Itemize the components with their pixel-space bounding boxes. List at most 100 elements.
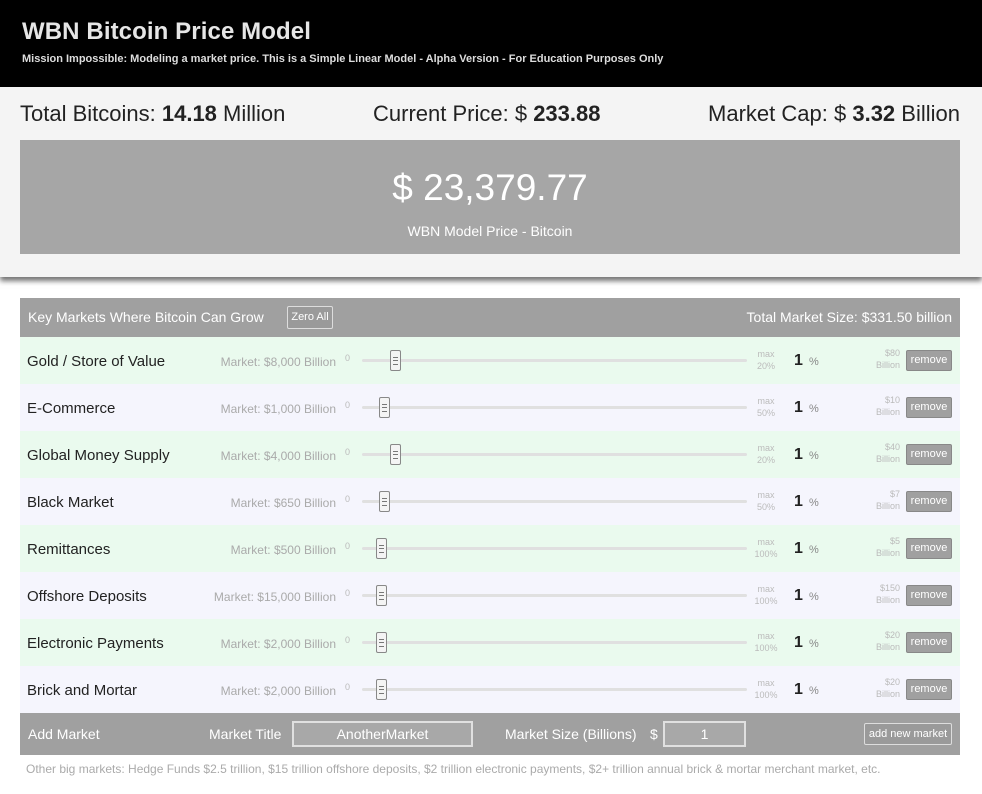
remove-button[interactable]: remove [906,397,952,418]
market-title: Electronic Payments [27,635,164,652]
remove-button[interactable]: remove [906,491,952,512]
percent-symbol: % [809,450,819,462]
percent-slider-track[interactable] [362,453,747,456]
share-unit: Billion [875,642,900,652]
percent-value: 1 [794,540,803,557]
percent-slider-track[interactable] [362,594,747,597]
zero-all-button[interactable]: Zero All [287,306,333,329]
max-percent: 100% [754,596,778,606]
slider-min-label: 0 [345,353,351,363]
slider-min-label: 0 [345,635,351,645]
max-word: max [757,584,775,594]
share-unit: Billion [875,407,900,417]
slider-handle[interactable] [379,491,391,512]
current-price-label: Current Price: $ [373,101,528,126]
percent-slider-track[interactable] [362,547,747,550]
percent-value: 1 [794,352,803,369]
remove-button[interactable]: remove [906,538,952,559]
market-cap-label: Market Cap: $ [708,101,847,126]
market-cap-value: 3.32 [852,101,896,126]
market-title-label: Market Title [209,726,282,742]
markets-heading: Key Markets Where Bitcoin Can Grow [28,309,264,325]
market-size: Market: $2,000 Billion [220,637,336,651]
share-amount: $10 [884,395,900,405]
market-share-value: $20 Billion [864,676,900,700]
share-unit: Billion [875,454,900,464]
market-row: Gold / Store of Value Market: $8,000 Bill… [20,337,960,384]
slider-handle[interactable] [375,585,387,606]
total-bitcoins-label: Total Bitcoins: [20,101,156,126]
total-bitcoins-stat: Total Bitcoins: 14.18 Million [20,101,285,127]
footnote: Other big markets: Hedge Funds $2.5 tril… [26,762,881,776]
percent-slider-track[interactable] [362,406,747,409]
market-size-input[interactable]: 1 [663,721,746,747]
slider-max-label: max 50% [754,395,778,419]
share-unit: Billion [875,595,900,605]
add-market-heading: Add Market [28,726,100,742]
share-amount: $5 [889,536,900,546]
percent-symbol: % [809,497,819,509]
slider-handle[interactable] [379,397,391,418]
total-market-size: Total Market Size: $331.50 billion [746,309,952,325]
total-bitcoins-value: 14.18 [161,101,217,126]
remove-button[interactable]: remove [906,632,952,653]
max-word: max [757,396,775,406]
market-share-value: $5 Billion [864,535,900,559]
slider-handle[interactable] [375,538,387,559]
max-percent: 100% [754,690,778,700]
market-title: Gold / Store of Value [27,353,166,370]
slider-min-label: 0 [345,541,351,551]
market-size: Market: $500 Billion [230,543,336,557]
slider-handle[interactable] [389,350,401,371]
remove-button[interactable]: remove [906,585,952,606]
percent-value: 1 [794,493,803,510]
percent-slider-track[interactable] [362,359,747,362]
slider-min-label: 0 [345,400,351,410]
percent-slider-track[interactable] [362,500,747,503]
percent-slider-track[interactable] [362,688,747,691]
percent-slider-track[interactable] [362,641,747,644]
market-title: E-Commerce [27,400,116,417]
slider-handle[interactable] [389,444,401,465]
percent-value: 1 [794,587,803,604]
market-share-value: $10 Billion [864,394,900,418]
remove-button[interactable]: remove [906,444,952,465]
market-row: Black Market Market: $650 Billion 0 max 50% 1… [20,478,960,525]
market-share-value: $150 Billion [864,582,900,606]
max-percent: 100% [754,643,778,653]
market-cap-stat: Market Cap: $ 3.32 Billion [708,101,960,127]
slider-min-label: 0 [345,494,351,504]
max-word: max [757,443,775,453]
market-title: Remittances [27,541,111,558]
max-percent: 20% [756,455,775,465]
slider-max-label: max 100% [754,583,778,607]
market-title: Offshore Deposits [27,588,147,605]
remove-button[interactable]: remove [906,350,952,371]
max-percent: 50% [756,502,775,512]
slider-max-label: max 100% [754,630,778,654]
slider-max-label: max 20% [754,442,778,466]
slider-handle[interactable] [375,679,387,700]
market-title: Brick and Mortar [27,682,138,699]
share-amount: $80 [884,348,900,358]
market-title-input[interactable]: AnotherMarket [292,721,473,747]
max-percent: 50% [756,408,775,418]
slider-max-label: max 100% [754,536,778,560]
market-share-value: $80 Billion [864,347,900,371]
slider-handle[interactable] [375,632,387,653]
current-price-stat: Current Price: $ 233.88 [373,101,600,127]
max-word: max [757,490,775,500]
percent-symbol: % [809,356,819,368]
percent-value: 1 [794,399,803,416]
dollar-sign: $ [650,726,658,742]
market-size: Market: $1,000 Billion [220,402,336,416]
percent-symbol: % [809,544,819,556]
percent-symbol: % [809,591,819,603]
share-amount: $20 [884,677,900,687]
add-new-market-button[interactable]: add new market [864,723,952,745]
percent-symbol: % [809,403,819,415]
market-title: Black Market [27,494,114,511]
remove-button[interactable]: remove [906,679,952,700]
market-size: Market: $650 Billion [230,496,336,510]
market-share-value: $20 Billion [864,629,900,653]
